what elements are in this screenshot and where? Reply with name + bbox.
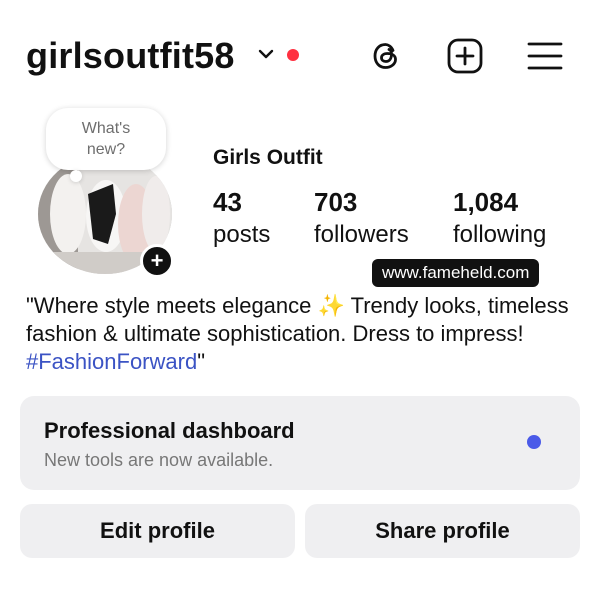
add-story-button[interactable]: +: [140, 244, 174, 278]
note-bubble-tail: [70, 170, 82, 182]
profile-link[interactable]: www.fameheld.com: [372, 259, 540, 287]
edit-profile-button[interactable]: Edit profile: [20, 504, 295, 558]
followers-label: followers: [314, 221, 409, 248]
create-plus-icon[interactable]: [445, 36, 485, 76]
followers-stat[interactable]: 703 followers: [314, 186, 409, 250]
chevron-down-icon[interactable]: [256, 44, 276, 64]
menu-icon[interactable]: [525, 36, 565, 76]
note-bubble[interactable]: What's new?: [46, 108, 166, 170]
new-indicator-dot: [527, 435, 541, 449]
dashboard-title: Professional dashboard: [44, 418, 295, 443]
bio: "Where style meets elegance ✨ Trendy loo…: [26, 292, 586, 376]
username-switcher[interactable]: girlsoutfit58: [26, 34, 235, 78]
posts-label: posts: [213, 221, 271, 248]
display-name: Girls Outfit: [213, 146, 323, 169]
bio-text: "Where style meets elegance ✨ Trendy loo…: [26, 293, 569, 346]
share-profile-button[interactable]: Share profile: [305, 504, 580, 558]
note-text-line1: What's: [81, 120, 131, 137]
following-count: 1,084: [453, 187, 519, 217]
threads-icon[interactable]: [366, 36, 406, 76]
note-text-line2: new?: [86, 141, 126, 158]
dashboard-subtitle: New tools are now available.: [44, 450, 274, 470]
notification-dot: [287, 49, 299, 61]
bio-hashtag[interactable]: #FashionForward: [26, 349, 197, 374]
bio-end: ": [197, 349, 205, 374]
top-bar: girlsoutfit58: [0, 0, 600, 110]
following-stat[interactable]: 1,084 following: [453, 186, 546, 250]
followers-count: 703: [314, 187, 358, 217]
following-label: following: [453, 221, 547, 248]
posts-stat[interactable]: 43 posts: [213, 186, 270, 250]
posts-count: 43: [213, 187, 242, 217]
professional-dashboard-card[interactable]: Professional dashboard New tools are now…: [20, 396, 580, 490]
